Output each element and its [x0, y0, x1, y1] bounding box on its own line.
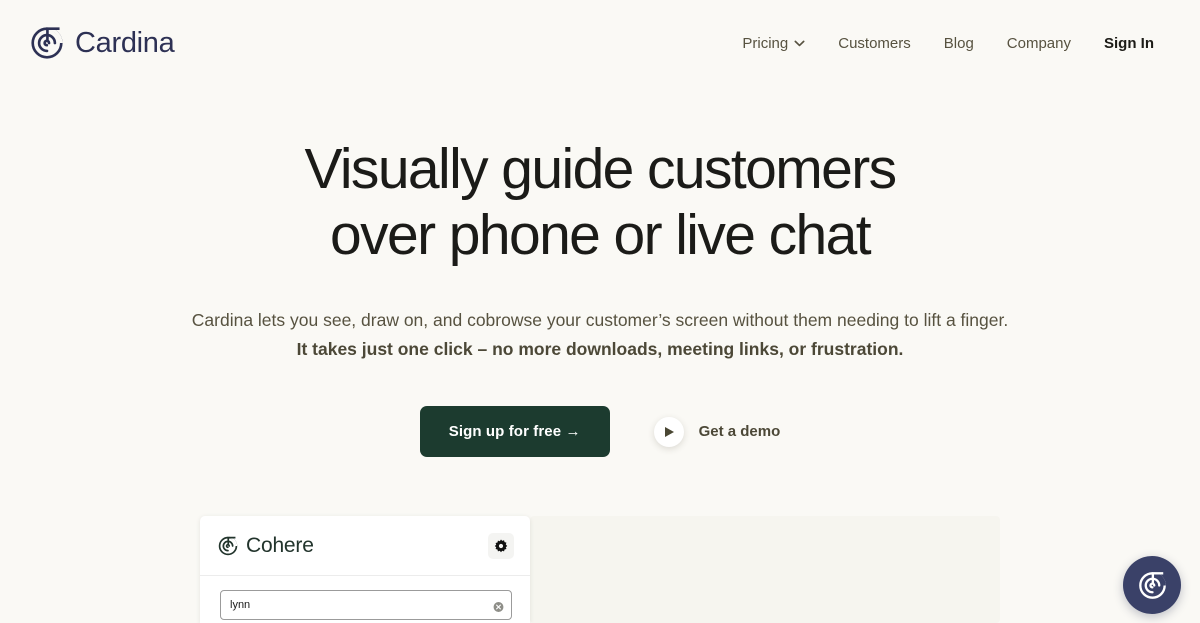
subtitle-line-2: It takes just one click – no more downlo… [296, 339, 904, 359]
hero-cta-row: Sign up for free → Get a demo [0, 406, 1200, 457]
nav-label-customers: Customers [838, 34, 911, 52]
nav-label-company: Company [1006, 34, 1071, 52]
hero-subtitle: Cardina lets you see, draw on, and cobro… [0, 306, 1200, 364]
chevron-down-icon [794, 40, 805, 47]
main-navigation: Pricing Customers Blog Company Sign In [742, 35, 1154, 52]
play-icon [653, 416, 684, 447]
mockup-settings-button[interactable] [488, 532, 514, 559]
get-a-demo-label: Get a demo [698, 423, 781, 440]
nav-label-blog: Blog [943, 34, 974, 52]
brand-logo-link[interactable]: Cardina [30, 26, 175, 60]
get-a-demo-button[interactable]: Get a demo [653, 416, 781, 447]
mockup-app-body [200, 576, 530, 620]
page-title: Visually guide customers over phone or l… [0, 136, 1200, 268]
nav-label-sign-in: Sign In [1104, 34, 1154, 52]
nav-item-blog[interactable]: Blog [944, 35, 974, 52]
mockup-search-input[interactable] [220, 590, 512, 620]
sign-up-for-free-button[interactable]: Sign up for free → [419, 406, 610, 457]
mockup-right-panel [530, 516, 1000, 623]
mockup-app-header: Cohere [200, 516, 530, 576]
mockup-search-field-wrap [220, 590, 512, 620]
nav-label-pricing: Pricing [742, 34, 789, 52]
headline-line-1: Visually guide customers [304, 137, 897, 201]
cardina-spiral-logo-icon [30, 26, 64, 60]
product-screenshot-mockup: Cohere [200, 516, 1000, 623]
cohere-spiral-logo-icon [218, 536, 238, 556]
chat-widget-button[interactable] [1123, 556, 1181, 614]
site-header: Cardina Pricing Customers Blog Company S… [0, 0, 1200, 86]
headline-line-2: over phone or live chat [330, 203, 871, 267]
hero-section: Visually guide customers over phone or l… [0, 86, 1200, 457]
mockup-app-window: Cohere [200, 516, 530, 623]
mockup-app-name: Cohere [246, 533, 314, 557]
nav-item-pricing[interactable]: Pricing [742, 35, 805, 52]
cardina-spiral-logo-icon [1138, 571, 1167, 600]
gear-icon [494, 538, 508, 553]
clear-circle-icon[interactable] [493, 600, 504, 612]
subtitle-line-1: Cardina lets you see, draw on, and cobro… [191, 310, 1009, 330]
nav-item-sign-in[interactable]: Sign In [1104, 35, 1154, 52]
nav-item-customers[interactable]: Customers [838, 35, 911, 52]
brand-name: Cardina [75, 26, 175, 59]
nav-item-company[interactable]: Company [1007, 35, 1071, 52]
